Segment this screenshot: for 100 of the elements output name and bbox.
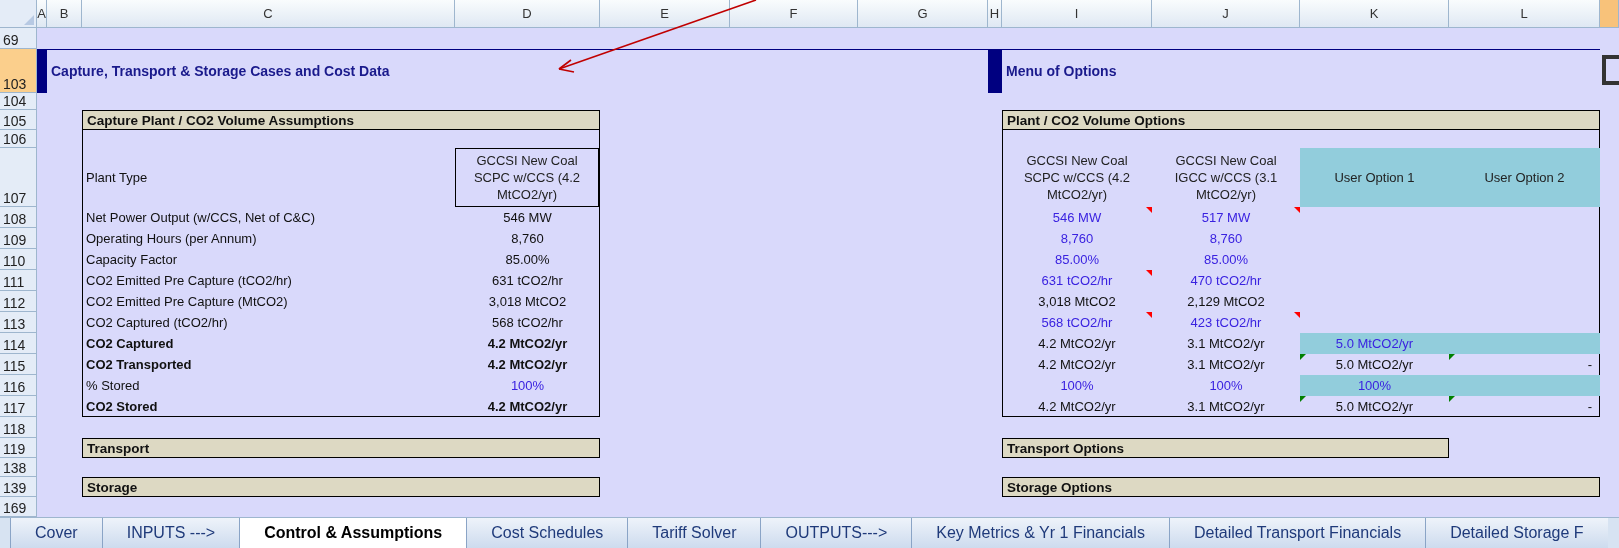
table-cell-text: 4.2 MtCO2/yr [1037,335,1117,353]
sheet-tab[interactable]: Detailed Transport Financials [1168,518,1426,548]
row-header[interactable]: 118 [0,417,37,438]
table-cell-text: 8,760 [1208,230,1244,248]
row-header[interactable]: 117 [0,396,37,417]
table-cell-text: 4.2 MtCO2/yr [1037,398,1117,416]
table-cell: 631 tCO2/hr [1002,270,1152,291]
column-header[interactable]: H [988,0,1002,28]
row-label: Net Power Output (w/CCS, Net of C&C) [86,210,315,225]
comment-marker-icon [1294,207,1300,213]
sheet-tab[interactable]: Control & Assumptions [239,518,467,548]
table-cell: 100% [1300,375,1449,396]
table-cell: 423 tCO2/hr [1152,312,1300,333]
column-heading: GCCSI New Coal SCPC w/CCS (4.2 MtCO2/yr) [1022,152,1132,204]
table-cell: 4.2 MtCO2/yr [487,357,568,372]
row-header[interactable]: 116 [0,375,37,396]
row-header[interactable]: 108 [0,207,37,228]
sheet-tab[interactable]: OUTPUTS---> [760,518,912,548]
table-cell: 546 MW [503,210,552,225]
section-title: Capture, Transport & Storage Cases and Cost Data [50,62,391,81]
column-header[interactable]: F [730,0,858,28]
column-header[interactable]: I [1002,0,1152,28]
column-header[interactable]: J [1152,0,1300,28]
row-header[interactable]: 110 [0,249,37,270]
row-header[interactable]: 113 [0,312,37,333]
table-cell: 517 MW [1152,207,1300,228]
table-cell-text: 3.1 MtCO2/yr [1186,335,1266,353]
table-cell-text: 100% [1208,377,1244,395]
sheet-tab[interactable]: Cost Schedules [466,518,628,548]
table-cell: 85.00% [505,252,550,267]
row-header[interactable]: 105 [0,110,37,130]
table-cell: 631 tCO2/hr [492,273,563,288]
sheet-tab[interactable]: INPUTS ---> [101,518,240,548]
row-header[interactable]: 138 [0,458,37,477]
row-label: CO2 Emitted Pre Capture (tCO2/hr) [86,273,292,288]
table-cell: 568 tCO2/hr [492,315,563,330]
table-cell: 5.0 MtCO2/yr [1300,396,1449,417]
comment-marker-icon [1146,312,1152,318]
comment-marker-icon [1146,270,1152,276]
table-cell-text: 3.1 MtCO2/yr [1186,356,1266,374]
table-cell: 5.0 MtCO2/yr [1300,333,1449,354]
column-heading: GCCSI New Coal SCPC w/CCS (4.2 MtCO2/yr) [455,148,599,207]
row-header[interactable]: 114 [0,333,37,354]
column-heading: User Option 1 [1300,148,1449,207]
table-cell-text: 100% [1059,377,1095,395]
select-all-icon[interactable] [24,15,34,25]
column-header[interactable]: E [600,0,730,28]
table-cell-text: 3.1 MtCO2/yr [1186,398,1266,416]
table-cell-text: 85.00% [1053,251,1101,269]
row-label: Operating Hours (per Annum) [86,231,257,246]
table-title: Plant / CO2 Volume Options [1002,110,1600,130]
row-label: CO2 Emitted Pre Capture (MtCO2) [86,294,288,309]
sheet-tab[interactable]: Detailed Storage F [1425,518,1608,548]
table-cell: 5.0 MtCO2/yr [1300,354,1449,375]
table-cell-text: 8,760 [1059,230,1095,248]
comment-marker-icon [1294,312,1300,318]
table-cell: 4.2 MtCO2/yr [487,336,568,351]
table-cell: 546 MW [1002,207,1152,228]
section-band: Storage [82,477,600,497]
row-header[interactable]: 106 [0,130,37,148]
row-header[interactable]: 107 [0,148,37,207]
row-label: Plant Type [85,169,149,187]
row-header[interactable]: 103 [0,49,37,93]
column-heading: GCCSI New Coal IGCC w/CCS (3.1 MtCO2/yr) [1173,152,1279,204]
sheet-tab[interactable]: Cover [10,518,102,548]
table-cell-text: 2,129 MtCO2 [1186,293,1266,311]
section-title: Menu of Options [1005,62,1118,81]
column-header[interactable]: D [455,0,600,28]
row-label: CO2 Transported [86,357,192,372]
comment-marker-icon [1146,207,1152,213]
row-header[interactable]: 111 [0,270,37,291]
table-cell: 568 tCO2/hr [1002,312,1152,333]
table-cell: - [1449,396,1600,417]
section-band: Storage Options [1002,477,1600,497]
column-header[interactable]: B [47,0,82,28]
table-cell: 100% [510,378,545,393]
sheet-tab[interactable]: Key Metrics & Yr 1 Financials [911,518,1169,548]
row-header[interactable]: 109 [0,228,37,249]
column-header[interactable]: L [1449,0,1600,28]
row-header[interactable]: 69 [0,28,37,49]
table-cell-text: 470 tCO2/hr [1189,272,1263,290]
sheet-tab[interactable]: Tariff Solver [627,518,761,548]
row-label: CO2 Captured [86,336,174,351]
column-header[interactable]: K [1300,0,1449,28]
section-band: Transport [82,438,600,458]
row-header[interactable]: 115 [0,354,37,375]
row-header[interactable]: 112 [0,291,37,312]
row-header[interactable]: 139 [0,477,37,497]
table-cell: 8,760 [511,231,544,246]
row-header[interactable]: 104 [0,93,37,110]
section-band: Transport Options [1002,438,1449,458]
row-header[interactable]: 169 [0,497,37,517]
column-header[interactable] [1600,0,1619,28]
column-header[interactable]: G [858,0,988,28]
row-label: CO2 Stored [86,399,158,414]
row-header[interactable]: 119 [0,438,37,458]
table-cell: 4.2 MtCO2/yr [487,399,568,414]
row-label: CO2 Captured (tCO2/hr) [86,315,228,330]
table-cell-text: 3,018 MtCO2 [1037,293,1117,311]
column-header[interactable]: C [82,0,455,28]
